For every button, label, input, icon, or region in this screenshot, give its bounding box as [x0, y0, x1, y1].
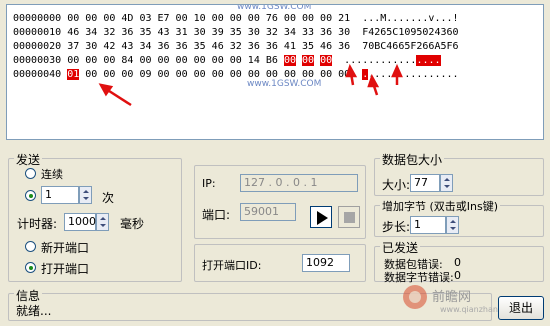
timer-label: 计时器:	[17, 217, 58, 231]
stop-icon[interactable]	[338, 206, 360, 228]
byte-error-label: 数据字节错误:	[384, 271, 454, 284]
sent-title: 已发送	[380, 239, 421, 256]
size-spinner[interactable]	[440, 174, 453, 192]
open-port-radio[interactable]	[25, 262, 36, 273]
exit-button[interactable]: 退出	[498, 296, 544, 320]
open-port-label: 打开端口	[41, 262, 90, 276]
size-label: 大小:	[382, 178, 411, 192]
hex-view[interactable]: www.1GSW.COM 00000000 00 00 00 4D 03 E7 …	[6, 4, 544, 140]
timer-spinner[interactable]	[96, 213, 109, 231]
byte-error-value: 0	[454, 269, 461, 282]
brand-logo-icon	[403, 285, 427, 309]
size-input[interactable]: 77	[410, 174, 440, 192]
continuous-radio[interactable]	[25, 168, 36, 179]
annotation-arrows-icon	[98, 63, 403, 107]
ip-input[interactable]: 127 . 0 . 0 . 1	[240, 174, 358, 192]
open-port-id-input[interactable]: 1092	[302, 254, 350, 272]
brand-watermark: 前瞻网	[432, 290, 472, 305]
times-label: 次	[102, 191, 115, 205]
ip-label: IP:	[202, 177, 216, 190]
play-icon[interactable]	[310, 206, 332, 228]
step-input[interactable]: 1	[410, 216, 446, 234]
send-group-title: 发送	[14, 151, 43, 168]
continuous-label: 连续	[41, 168, 63, 181]
open-port-id-label: 打开端口ID:	[202, 259, 262, 272]
new-port-radio[interactable]	[25, 241, 36, 252]
timer-input[interactable]: 1000	[64, 213, 96, 231]
packet-error-value: 0	[454, 256, 461, 269]
increase-title: 增加字节 (双击或Ins键)	[380, 198, 501, 214]
count-input[interactable]: 1	[41, 186, 79, 204]
ms-label: 毫秒	[120, 217, 145, 231]
port-label: 端口:	[202, 208, 231, 222]
count-radio[interactable]	[25, 190, 36, 201]
packet-size-title: 数据包大小	[380, 151, 445, 168]
new-port-label: 新开端口	[41, 241, 90, 255]
step-label: 步长:	[382, 220, 411, 234]
step-spinner[interactable]	[446, 216, 459, 234]
count-spinner[interactable]	[79, 186, 92, 204]
port-input[interactable]: 59001	[240, 203, 296, 221]
status-text: 就绪...	[16, 304, 52, 318]
